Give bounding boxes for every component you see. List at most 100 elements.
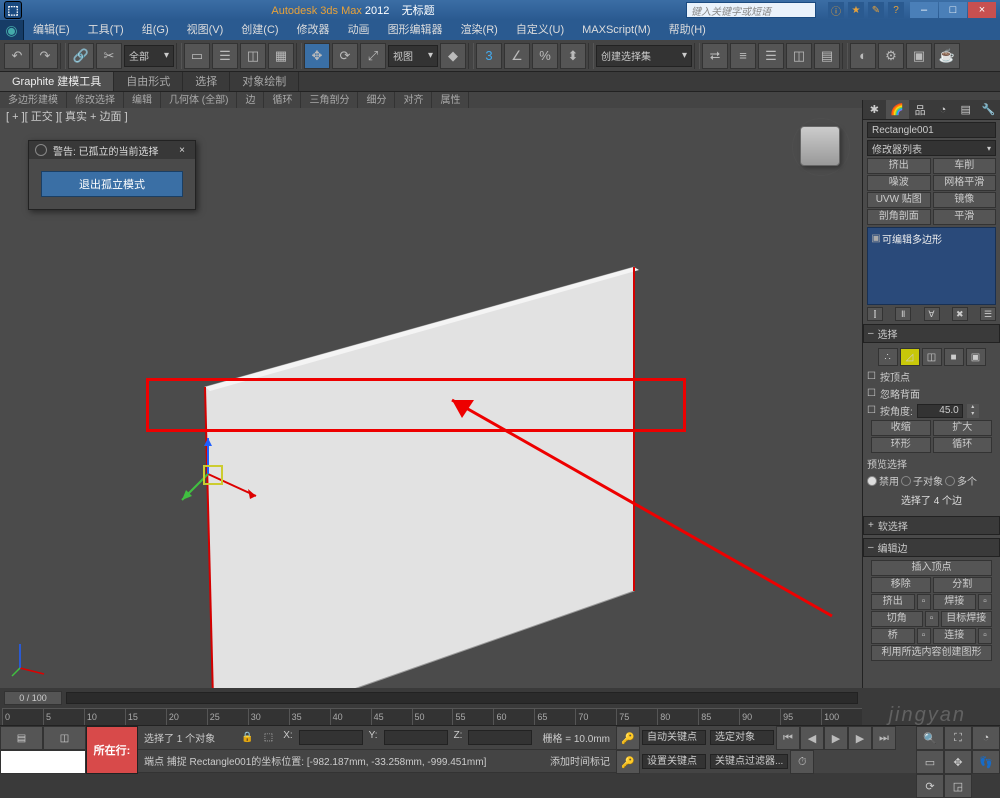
nav-orbit-icon[interactable]: ⟳ bbox=[916, 774, 944, 798]
help-search-input[interactable]: 键入关键字或短语 bbox=[686, 2, 816, 18]
setkey-button[interactable]: 设置关键点 bbox=[642, 754, 706, 769]
rollout-editedge[interactable]: –编辑边 bbox=[863, 538, 1000, 557]
btn-create-shape[interactable]: 利用所选内容创建图形 bbox=[871, 645, 992, 661]
stack-config-icon[interactable]: ☰ bbox=[980, 307, 996, 321]
panel-tab-display-icon[interactable]: ▤ bbox=[954, 100, 977, 119]
lock-selection-icon[interactable]: 🔒 bbox=[241, 732, 253, 743]
radio-multi[interactable] bbox=[945, 476, 955, 486]
menu-create[interactable]: 创建(C) bbox=[232, 20, 287, 40]
close-button[interactable]: × bbox=[968, 2, 996, 18]
pivot-icon[interactable]: ◆ bbox=[440, 43, 466, 69]
ribbon-tab-graphite[interactable]: Graphite 建模工具 bbox=[0, 72, 114, 91]
maxscript-input[interactable] bbox=[0, 750, 86, 774]
btn-target-weld[interactable]: 目标焊接 bbox=[941, 611, 993, 627]
ribbon2-modsel[interactable]: 修改选择 bbox=[67, 92, 124, 109]
angle-up-icon[interactable]: ▴ bbox=[967, 404, 979, 411]
btn-chamfer-settings-icon[interactable]: ▫ bbox=[925, 611, 939, 627]
nav-pan-icon[interactable]: ✥ bbox=[944, 750, 972, 774]
link-icon[interactable]: 🔗 bbox=[68, 43, 94, 69]
angle-down-icon[interactable]: ▾ bbox=[967, 411, 979, 418]
selection-filter-dropdown[interactable]: 全部▾ bbox=[124, 45, 174, 67]
autokey-button[interactable]: 自动关键点 bbox=[642, 730, 706, 745]
angle-snap-icon[interactable]: ∠ bbox=[504, 43, 530, 69]
warning-close-icon[interactable]: × bbox=[175, 145, 189, 156]
rollout-selection[interactable]: –选择 bbox=[863, 324, 1000, 343]
angle-input[interactable]: 45.0 bbox=[917, 404, 963, 418]
set-key-icon[interactable]: 🔑 bbox=[616, 750, 640, 774]
align-icon[interactable]: ≡ bbox=[730, 43, 756, 69]
btn-mirror[interactable]: 镜像 bbox=[933, 192, 997, 208]
menu-modifiers[interactable]: 修改器 bbox=[288, 20, 339, 40]
stack-remove-icon[interactable]: ✖ bbox=[952, 307, 968, 321]
btn-chamfer[interactable]: 切角 bbox=[871, 611, 923, 627]
time-config-icon[interactable]: ⏱ bbox=[790, 750, 814, 774]
radio-subobj[interactable] bbox=[901, 476, 911, 486]
btn-smooth[interactable]: 平滑 bbox=[933, 209, 997, 225]
stack-pin-icon[interactable]: ⫿ bbox=[867, 307, 883, 321]
chk-by-vertex[interactable]: ☐ bbox=[867, 371, 876, 382]
material-editor-icon[interactable]: ◐ bbox=[850, 43, 876, 69]
undo-icon[interactable]: ↶ bbox=[4, 43, 30, 69]
goto-start-icon[interactable]: ⏮ bbox=[776, 726, 800, 750]
btn-extrude[interactable]: 挤出 bbox=[867, 158, 931, 174]
wrench-icon[interactable]: ✎ bbox=[868, 2, 884, 18]
btn-uvw[interactable]: UVW 贴图 bbox=[867, 192, 931, 208]
ribbon2-geom[interactable]: 几何体 (全部) bbox=[161, 92, 237, 109]
chk-ignore-back[interactable]: ☐ bbox=[867, 388, 876, 399]
subobj-vertex-icon[interactable]: ∴ bbox=[878, 348, 898, 366]
spinner-snap-icon[interactable]: ⬍ bbox=[560, 43, 586, 69]
minimize-button[interactable]: – bbox=[910, 2, 938, 18]
rotate-icon[interactable]: ⟳ bbox=[332, 43, 358, 69]
btn-edge-extrude[interactable]: 挤出 bbox=[871, 594, 915, 610]
layers-icon[interactable]: ☰ bbox=[758, 43, 784, 69]
nav-fov-icon[interactable]: ◔ bbox=[972, 726, 1000, 750]
btn-bridge[interactable]: 桥 bbox=[871, 628, 915, 644]
btn-lathe[interactable]: 车削 bbox=[933, 158, 997, 174]
nav-extents-icon[interactable]: ▭ bbox=[916, 750, 944, 774]
ribbon2-props[interactable]: 属性 bbox=[432, 92, 469, 109]
viewport-label[interactable]: [ + ][ 正交 ][ 真实 + 边面 ] bbox=[6, 108, 128, 124]
key-mode-icon[interactable]: 🔑 bbox=[616, 726, 640, 750]
selected-filter-dropdown[interactable]: 选定对象 bbox=[710, 730, 774, 745]
panel-tab-modify-icon[interactable]: 🌈 bbox=[886, 100, 909, 119]
ribbon2-tri[interactable]: 三角剖分 bbox=[301, 92, 358, 109]
panel-tab-motion-icon[interactable]: ◔ bbox=[931, 100, 954, 119]
named-selection-dropdown[interactable]: 创建选择集▾ bbox=[596, 45, 692, 67]
help-icon[interactable]: ? bbox=[888, 2, 904, 18]
render-frame-icon[interactable]: ▣ bbox=[906, 43, 932, 69]
time-slider-handle[interactable]: 0 / 100 bbox=[4, 691, 62, 705]
btn-noise[interactable]: 噪波 bbox=[867, 175, 931, 191]
app-menu-icon[interactable]: ◉ bbox=[0, 20, 24, 40]
info-icon[interactable]: ⓘ bbox=[828, 2, 844, 18]
btn-ring[interactable]: 环形 bbox=[871, 437, 931, 453]
exit-isolation-button[interactable]: 退出孤立模式 bbox=[41, 171, 183, 197]
mini-listener-icon[interactable]: ▤ bbox=[0, 726, 43, 750]
ribbon2-loop[interactable]: 循环 bbox=[264, 92, 301, 109]
time-slider-track[interactable] bbox=[66, 692, 858, 704]
render-icon[interactable]: ☕ bbox=[934, 43, 960, 69]
prev-frame-icon[interactable]: ◀ bbox=[800, 726, 824, 750]
snap-toggle-icon[interactable]: 3 bbox=[476, 43, 502, 69]
panel-tab-hierarchy-icon[interactable]: 品 bbox=[909, 100, 932, 119]
schematic-icon[interactable]: ▤ bbox=[814, 43, 840, 69]
btn-split[interactable]: 分割 bbox=[933, 577, 993, 593]
play-icon[interactable]: ▶ bbox=[824, 726, 848, 750]
transform-gizmo[interactable] bbox=[178, 434, 268, 524]
ribbon2-edge[interactable]: 边 bbox=[237, 92, 264, 109]
abs-rel-icon[interactable]: ⬚ bbox=[264, 732, 273, 743]
ribbon2-subdiv[interactable]: 细分 bbox=[358, 92, 395, 109]
nav-max-toggle-icon[interactable]: ◲ bbox=[944, 774, 972, 798]
menu-view[interactable]: 视图(V) bbox=[178, 20, 233, 40]
btn-meshsmooth[interactable]: 网格平滑 bbox=[933, 175, 997, 191]
unlink-icon[interactable]: ✂ bbox=[96, 43, 122, 69]
menu-edit[interactable]: 编辑(E) bbox=[24, 20, 79, 40]
nav-zoom-icon[interactable]: 🔍 bbox=[916, 726, 944, 750]
object-name-field[interactable]: Rectangle001 bbox=[867, 122, 996, 138]
modifier-stack[interactable]: ▣可编辑多边形 bbox=[867, 227, 996, 305]
nav-zoom-all-icon[interactable]: ⛶ bbox=[944, 726, 972, 750]
btn-shrink[interactable]: 收缩 bbox=[871, 420, 931, 436]
render-setup-icon[interactable]: ⚙ bbox=[878, 43, 904, 69]
ribbon2-edit[interactable]: 编辑 bbox=[124, 92, 161, 109]
subobj-element-icon[interactable]: ▣ bbox=[966, 348, 986, 366]
time-ruler[interactable]: 0 5 10 15 20 25 30 35 40 45 50 55 60 65 … bbox=[2, 708, 862, 725]
